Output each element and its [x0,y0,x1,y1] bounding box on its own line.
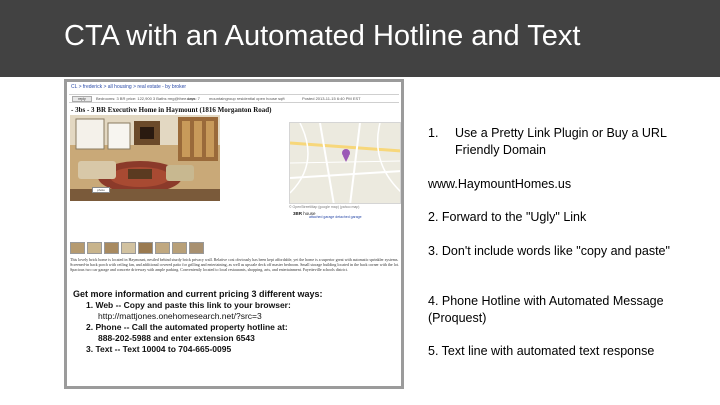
listing-meta-strip: reply Bedrooms: 3 BR price: 122,900 3 Ba… [69,94,399,103]
photo-label: photo [92,187,110,193]
living-room-photo: photo [70,115,220,201]
breadcrumb: CL > frederick > all housing > real esta… [71,84,187,90]
note-text: www.HaymountHomes.us [428,177,572,191]
meta-item: Posted 2013-11-15 6:40 PM EST [302,96,361,101]
meta-item: days: 7 [187,96,200,101]
detail-tags: attached garage detached garage [309,215,362,219]
thumbnail[interactable] [121,242,136,254]
instruction-phone: 2. Phone -- Call the automated property … [86,322,288,332]
thumbnail[interactable] [155,242,170,254]
instruction-text: 3. Text -- Text 10004 to 704-665-0095 [86,344,232,354]
thumbnail-row [70,242,400,255]
thumbnail[interactable] [189,242,204,254]
instruction-phone-number: 888-202-5988 and enter extension 6543 [98,333,255,343]
slide-title: CTA with an Automated Hotline and Text [64,20,581,52]
instruction-web-link[interactable]: http://mattjones.onehomesearch.net/?src=… [73,311,401,322]
note-number: 1. [428,126,439,140]
thumbnail[interactable] [138,242,153,254]
map-footer: © OpenStreetMap (google map) (yahoo map) [289,205,360,209]
listing-description: This lovely brick home is located in Hay… [70,257,399,272]
note-text: Use a Pretty Link Plugin or Buy a URL Fr… [455,126,667,157]
thumbnail[interactable] [104,242,119,254]
note-item: 4. Phone Hotline with Automated Message … [428,293,713,326]
craigslist-listing-screenshot: CL > frederick > all housing > real esta… [64,79,404,389]
map-image [290,123,400,203]
reply-badge: reply [72,96,92,102]
note-item: 5. Text line with automated text respons… [428,343,713,360]
contact-instructions: Get more information and current pricing… [73,289,401,355]
details-label: 3BR [293,211,303,216]
meta-item: Bedrooms: 3 BR price: 122,900 3 Baths rm… [96,96,195,101]
note-text: 3. Don't include words like "copy and pa… [428,244,670,258]
meta-item: mountaingroup residential open house sqf… [209,96,285,101]
title-bar: CTA with an Automated Hotline and Text [0,0,720,77]
instruction-web: 1. Web -- Copy and paste this link to yo… [86,300,291,310]
note-text: 2. Forward to the "Ugly" Link [428,210,587,224]
thumbnail[interactable] [172,242,187,254]
note-text: 4. Phone Hotline with Automated Message … [428,294,664,325]
note-text: 5. Text line with automated text respons… [428,344,655,358]
note-item: 2. Forward to the "Ugly" Link [428,209,713,226]
listing-title: - 3bs - 3 BR Executive Home in Haymount … [71,106,272,114]
map[interactable] [289,122,401,204]
thumbnail[interactable] [70,242,85,254]
instructions-heading: Get more information and current pricing… [73,289,323,299]
note-item: www.HaymountHomes.us [428,176,713,193]
thumbnail[interactable] [87,242,102,254]
note-item: 3. Don't include words like "copy and pa… [428,243,713,260]
